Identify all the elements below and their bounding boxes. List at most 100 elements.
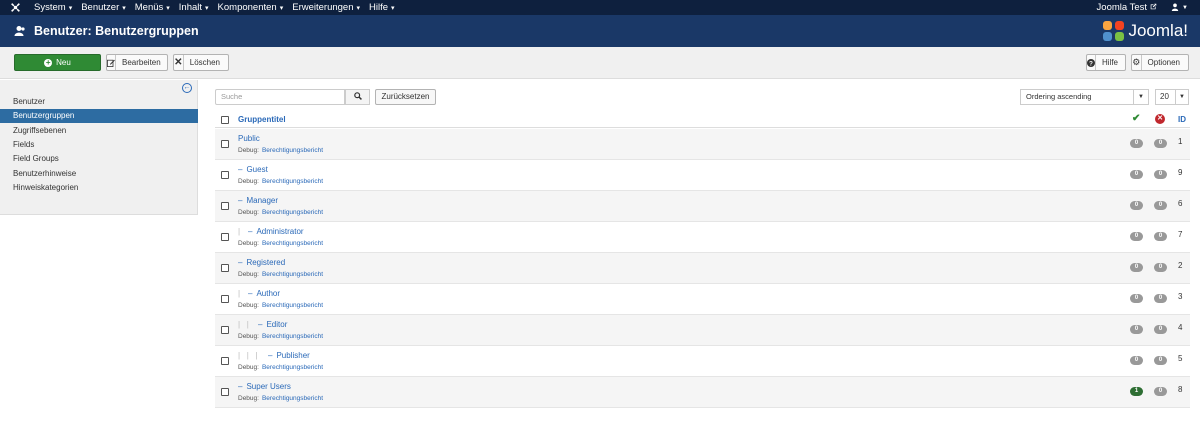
menu-item-benutzer[interactable]: Benutzer ▾ (77, 0, 131, 15)
group-id: 1 (1178, 137, 1183, 146)
debug-label: Debug: (238, 302, 259, 309)
debug-label: Debug: (238, 147, 259, 154)
level-prefix: – (258, 320, 263, 329)
row-checkbox[interactable] (221, 233, 229, 241)
chevron-down-icon: ▾ (68, 4, 73, 12)
menu-item-inhalt[interactable]: Inhalt ▾ (175, 0, 214, 15)
chevron-down-icon: ▾ (122, 4, 126, 12)
chevron-down-icon: ▾ (279, 4, 284, 12)
permissions-report-link[interactable]: Berechtigungsbericht (262, 333, 323, 340)
menu-item-men-s[interactable]: Menüs ▾ (131, 0, 175, 15)
search-button[interactable] (345, 89, 370, 105)
list-limit-select[interactable]: 20 ▼ (1155, 89, 1189, 105)
sidebar-item-fields[interactable]: Fields (0, 138, 198, 152)
debug-line: Debug: Berechtigungsbericht (238, 333, 323, 340)
menu-item-system[interactable]: System ▾ (30, 0, 77, 15)
menu-item-erweiterungen[interactable]: Erweiterungen ▾ (288, 0, 365, 15)
group-title: Super Users (246, 382, 291, 391)
debug-label: Debug: (238, 178, 259, 185)
ordering-select[interactable]: Ordering ascending ▼ (1020, 89, 1149, 105)
group-title-link[interactable]: – Author (248, 289, 280, 298)
level-prefix: – (268, 351, 273, 360)
joomla-menu-icon[interactable] (0, 0, 30, 15)
permissions-report-link[interactable]: Berechtigungsbericht (262, 178, 323, 185)
user-menu[interactable]: ▼ (1165, 3, 1200, 13)
group-title-link[interactable]: – Super Users (238, 382, 291, 391)
permissions-report-link[interactable]: Berechtigungsbericht (262, 364, 323, 371)
svg-text:?: ? (1089, 60, 1093, 67)
sidebar-item-benutzerhinweise[interactable]: Benutzerhinweise (0, 167, 198, 181)
level-prefix: – (238, 258, 243, 267)
reset-button[interactable]: Zurücksetzen (375, 89, 436, 105)
options-button[interactable]: ⚙ Optionen (1131, 54, 1189, 71)
row-checkbox[interactable] (221, 202, 229, 210)
group-id: 6 (1178, 199, 1183, 208)
group-title-link[interactable]: – Registered (238, 258, 285, 267)
sidebar-item-field-groups[interactable]: Field Groups (0, 152, 198, 166)
limit-value: 20 (1160, 92, 1169, 101)
group-title-link[interactable]: – Editor (258, 320, 287, 329)
debug-label: Debug: (238, 209, 259, 216)
group-title-link[interactable]: – Publisher (268, 351, 310, 360)
new-button-label: Neu (56, 58, 71, 67)
menu-item-komponenten[interactable]: Komponenten ▾ (214, 0, 289, 15)
permissions-report-link[interactable]: Berechtigungsbericht (262, 302, 323, 309)
blocked-users-badge: 0 (1154, 356, 1167, 365)
top-menu-bar: System ▾ Benutzer ▾ Menüs ▾ Inhalt ▾ Komponenten… (0, 0, 1200, 15)
sidebar-item-hinweiskategorien[interactable]: Hinweiskategorien (0, 181, 198, 195)
chevron-down-icon: ▼ (1175, 90, 1188, 104)
group-title: Guest (246, 165, 268, 174)
permissions-report-link[interactable]: Berechtigungsbericht (262, 209, 323, 216)
permissions-report-link[interactable]: Berechtigungsbericht (262, 271, 323, 278)
sidebar-item-zugriffsebenen[interactable]: Zugriffsebenen (0, 124, 198, 138)
row-checkbox[interactable] (221, 295, 229, 303)
blocked-users-badge: 0 (1154, 170, 1167, 179)
page-header: Benutzer: Benutzergruppen Joomla! (0, 15, 1200, 47)
plus-icon: + (44, 57, 53, 67)
permissions-report-link[interactable]: Berechtigungsbericht (262, 240, 323, 247)
sort-group-title-link[interactable]: Gruppentitel (238, 115, 286, 124)
search-icon (353, 92, 362, 102)
group-title-link[interactable]: Public (238, 134, 260, 143)
edit-button[interactable]: Bearbeiten (106, 54, 168, 71)
new-button[interactable]: + Neu (14, 54, 101, 71)
sidebar-item-benutzer[interactable]: Benutzer (0, 95, 198, 109)
sort-id-link[interactable]: ID (1178, 115, 1186, 124)
debug-label: Debug: (238, 240, 259, 247)
row-checkbox[interactable] (221, 326, 229, 334)
chevron-down-icon: ▾ (205, 4, 209, 12)
group-id: 3 (1178, 292, 1183, 301)
menu-item-label: Inhalt (178, 2, 203, 13)
table-header: Gruppentitel ✔ ✕ ID (215, 111, 1190, 128)
permissions-report-link[interactable]: Berechtigungsbericht (262, 395, 323, 402)
indent-marker: | | | (238, 351, 258, 360)
table-row: – Super Users Debug: Berechtigungsbericht 1 0… (215, 377, 1190, 408)
sidebar-toggle-icon[interactable]: ← (182, 83, 192, 93)
sidebar-item-benutzergruppen[interactable]: Benutzergruppen (0, 109, 198, 124)
menu-item-label: Benutzer (81, 2, 120, 13)
indent-marker: | (238, 289, 241, 298)
site-link[interactable]: Joomla Test (1089, 2, 1166, 13)
select-all-checkbox[interactable] (221, 116, 229, 124)
table-row: – Manager Debug: Berechtigungsbericht 0 0 6 (215, 191, 1190, 222)
help-button[interactable]: ? Hilfe (1086, 54, 1126, 71)
active-users-icon: ✔ (1132, 113, 1141, 124)
group-title-link[interactable]: – Guest (238, 165, 268, 174)
joomla-logo: Joomla! (1103, 21, 1188, 41)
permissions-report-link[interactable]: Berechtigungsbericht (262, 147, 323, 154)
active-users-badge: 0 (1130, 201, 1143, 210)
group-title-link[interactable]: – Administrator (248, 227, 304, 236)
delete-button[interactable]: ✕ Löschen (173, 54, 229, 71)
row-checkbox[interactable] (221, 264, 229, 272)
search-input[interactable]: Suche (215, 89, 345, 105)
site-name: Joomla Test (1096, 2, 1148, 13)
sidebar: ← Benutzer Benutzergruppen Zugriffsebenen F… (0, 80, 198, 215)
debug-line: Debug: Berechtigungsbericht (238, 395, 323, 402)
group-title-link[interactable]: – Manager (238, 196, 278, 205)
level-prefix: – (238, 382, 243, 391)
row-checkbox[interactable] (221, 388, 229, 396)
row-checkbox[interactable] (221, 140, 229, 148)
menu-item-hilfe[interactable]: Hilfe ▾ (365, 0, 400, 15)
row-checkbox[interactable] (221, 171, 229, 179)
row-checkbox[interactable] (221, 357, 229, 365)
